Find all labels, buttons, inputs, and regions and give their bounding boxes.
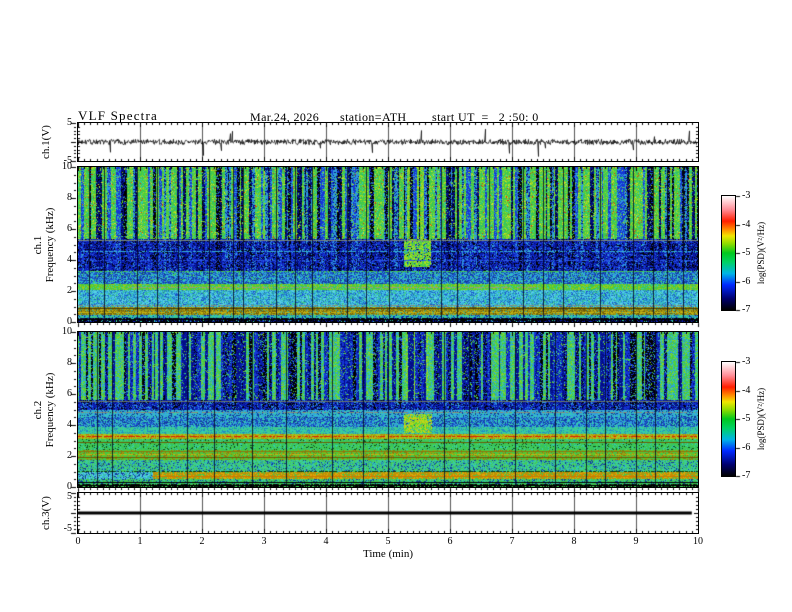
- colorbar1-tick: -7: [742, 304, 751, 315]
- spec2-y-tick: 2: [67, 450, 72, 461]
- wave-y-tick: 5: [67, 117, 72, 128]
- time-tick-label: 7: [509, 536, 515, 547]
- spec1-y-tick: 2: [67, 285, 72, 296]
- spec1-y-tick: 6: [67, 223, 72, 234]
- ch1-waveform-panel: [77, 122, 699, 162]
- colorbar2-tick: -4: [742, 384, 751, 396]
- time-axis-title: Time (min): [362, 548, 414, 560]
- ch3-waveform-panel: [77, 492, 699, 534]
- ch3-waveform-plot: [78, 493, 698, 533]
- time-tick-label: 8: [571, 536, 577, 547]
- spec2-y-tick: 6: [67, 388, 72, 399]
- ch2-spectrogram-plot: [78, 332, 698, 487]
- time-tick-label: 4: [323, 536, 329, 547]
- spec2-y-tick: 10: [62, 326, 72, 337]
- time-tick-label: 3: [261, 536, 267, 547]
- spec2-y-tick: 8: [67, 357, 72, 368]
- time-tick-label: 2: [199, 536, 205, 547]
- vlf-spectra-figure: VLF Spectra Mar.24, 2026 station=ATH sta…: [0, 0, 792, 612]
- time-tick-label: 6: [447, 536, 453, 547]
- colorbar-ch1: [721, 195, 736, 311]
- spec1-y-tick: 8: [67, 192, 72, 203]
- time-tick-label: 0: [75, 536, 81, 547]
- spec1-y-tick: 4: [67, 254, 72, 265]
- colorbar1-tick: -5: [742, 247, 751, 258]
- ch1-frequency-axis-title: ch.1 Frequency (kHz): [32, 207, 56, 283]
- colorbar-ch2: [721, 361, 736, 477]
- colorbar1-tick: -4: [742, 218, 751, 230]
- colorbar1-tick: -3: [742, 190, 751, 201]
- colorbar1-tick: -6: [742, 275, 751, 287]
- ch2-spectrogram-panel: [77, 331, 699, 488]
- colorbar2-tick: -5: [742, 413, 751, 424]
- ch1-waveform-plot: [78, 123, 698, 161]
- time-tick-label: 1: [137, 536, 143, 547]
- colorbar-ch2-label: log(PSD)(V²/Hz): [756, 387, 766, 451]
- colorbar2-tick: -3: [742, 356, 751, 367]
- ch1-spectrogram-panel: [77, 166, 699, 323]
- ch2-frequency-axis-title: ch.2 Frequency (kHz): [32, 372, 56, 448]
- ch1-spectrogram-plot: [78, 167, 698, 322]
- ch3-y-tick: 5: [67, 491, 72, 502]
- ch3-y-tick: -5: [63, 523, 72, 534]
- time-tick-label: 10: [693, 536, 703, 547]
- colorbar2-tick: -7: [742, 470, 751, 481]
- ch1-voltage-axis-title: ch.1(V): [40, 125, 52, 159]
- spec2-y-tick: 4: [67, 419, 72, 430]
- colorbar-ch1-label: log(PSD)(V²/Hz): [756, 221, 766, 285]
- spec1-y-tick: 10: [62, 161, 72, 172]
- time-tick-label: 9: [633, 536, 639, 547]
- time-tick-label: 5: [385, 536, 391, 547]
- colorbar2-tick: -6: [742, 441, 751, 453]
